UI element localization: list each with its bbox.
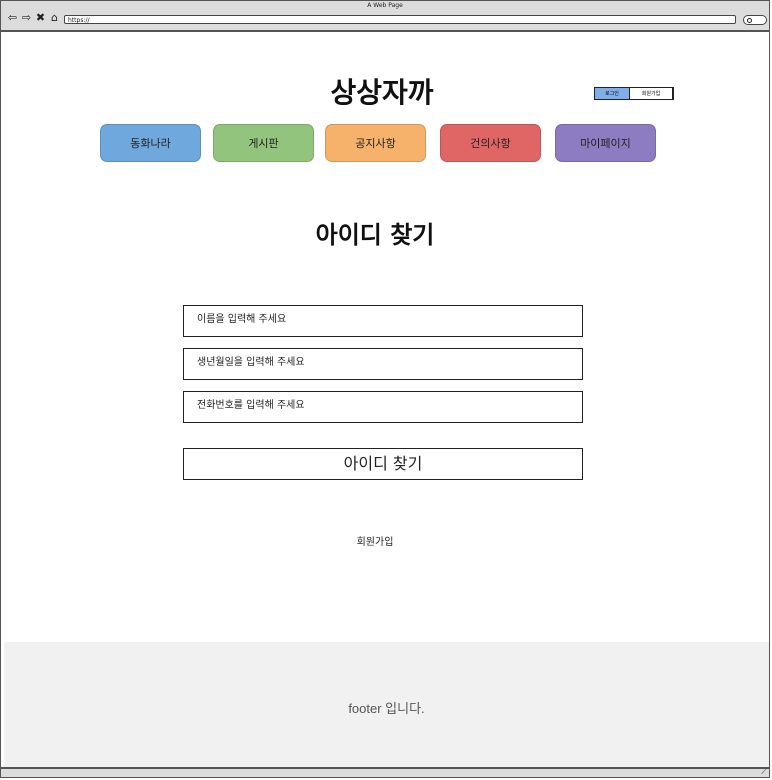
url-bar[interactable]: https:// (64, 15, 736, 24)
nav-icons: ⇦ ⇨ ✖ ⌂ (7, 12, 60, 23)
menu-item-fairytale[interactable]: 동화나라 (100, 124, 201, 162)
phone-field[interactable]: 전화번호를 입력해 주세요 (183, 391, 583, 423)
home-icon[interactable]: ⌂ (49, 12, 60, 23)
footer: footer 입니다. (4, 642, 769, 767)
birthdate-field[interactable]: 생년월일을 입력해 주세요 (183, 348, 583, 380)
signup-link[interactable]: 회원가입 (1, 533, 749, 548)
menu-item-mypage[interactable]: 마이페이지 (555, 124, 656, 162)
menu-item-notice[interactable]: 공지사항 (325, 124, 426, 162)
resize-handle-icon[interactable]: ⟋ (761, 767, 767, 777)
browser-window: A Web Page ⇦ ⇨ ✖ ⌂ https:// 상상자까 로그인 회원가… (0, 0, 770, 778)
browser-chrome: A Web Page ⇦ ⇨ ✖ ⌂ https:// (1, 1, 769, 32)
search-icon[interactable] (743, 15, 767, 25)
status-bar: ⟋ (1, 767, 769, 777)
signup-button[interactable]: 회원가입 (630, 87, 674, 100)
menu-item-board[interactable]: 게시판 (213, 124, 314, 162)
find-id-button[interactable]: 아이디 찾기 (183, 448, 583, 480)
auth-buttons: 로그인 회원가입 (594, 87, 674, 100)
back-icon[interactable]: ⇦ (7, 12, 18, 23)
name-field[interactable]: 이름을 입력해 주세요 (183, 305, 583, 337)
footer-text: footer 입니다. (348, 701, 425, 716)
login-button[interactable]: 로그인 (594, 87, 630, 100)
page-title: 아이디 찾기 (315, 221, 435, 249)
menu-item-suggestion[interactable]: 건의사항 (440, 124, 541, 162)
forward-icon[interactable]: ⇨ (21, 12, 32, 23)
window-title: A Web Page (367, 2, 403, 9)
close-icon[interactable]: ✖ (35, 12, 46, 23)
